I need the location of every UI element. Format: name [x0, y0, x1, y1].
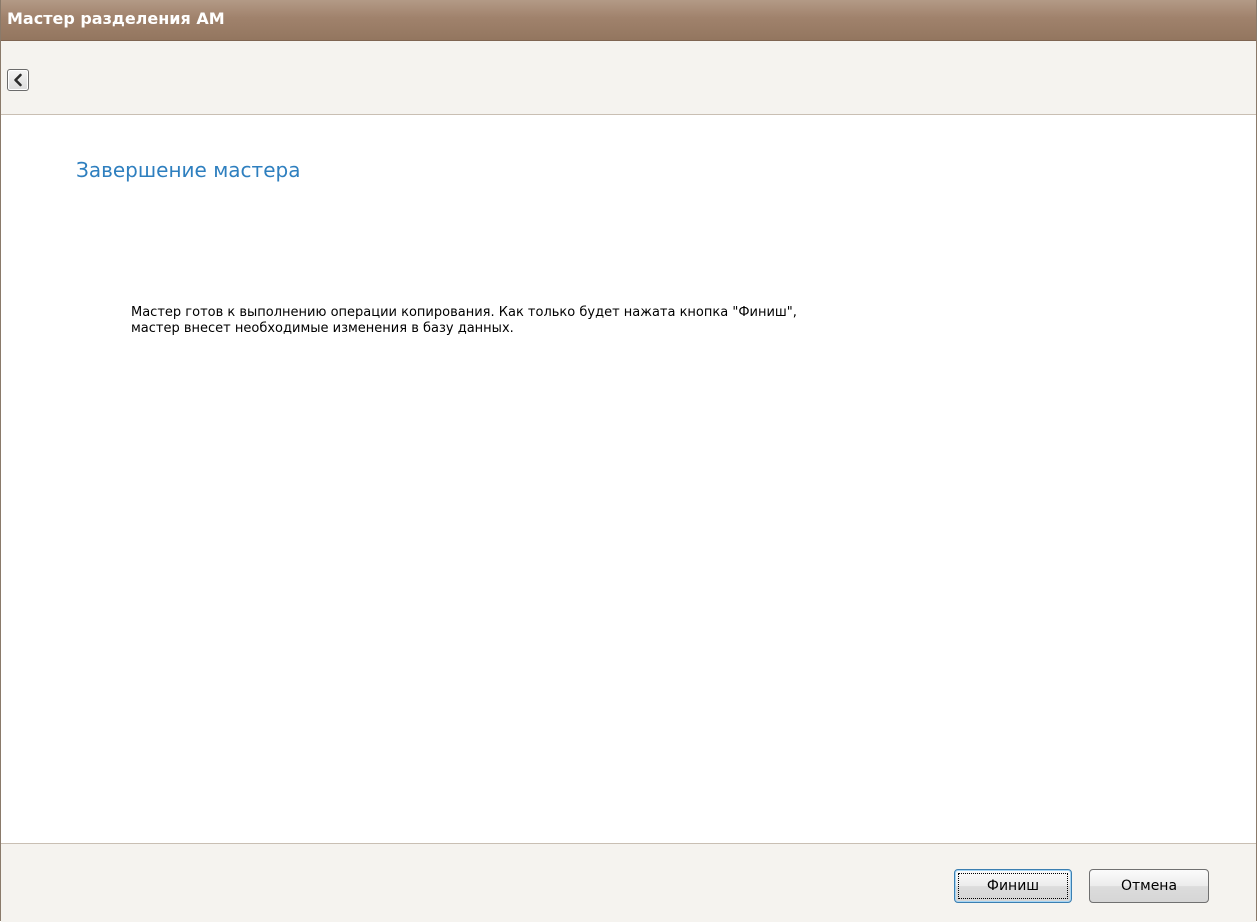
wizard-window: Мастер разделения АМ Завершение мастера … [0, 0, 1257, 922]
back-button[interactable] [7, 69, 29, 91]
cancel-button-label: Отмена [1120, 878, 1178, 894]
page-title: Завершение мастера [76, 158, 301, 182]
completion-description: Мастер готов к выполнению операции копир… [131, 305, 1031, 337]
description-line-2: мастер внесет необходимые изменения в ба… [131, 321, 514, 336]
title-bar: Мастер разделения АМ [1, 0, 1256, 41]
finish-button-label: Финиш [986, 878, 1040, 894]
chevron-left-icon [14, 73, 22, 87]
wizard-footer: Финиш Отмена [1, 843, 1256, 922]
wizard-toolbar [1, 41, 1256, 115]
finish-button[interactable]: Финиш [954, 869, 1072, 903]
window-title: Мастер разделения АМ [7, 9, 225, 28]
description-line-1: Мастер готов к выполнению операции копир… [131, 305, 797, 320]
wizard-content: Завершение мастера Мастер готов к выполн… [1, 115, 1256, 843]
cancel-button[interactable]: Отмена [1089, 869, 1209, 903]
